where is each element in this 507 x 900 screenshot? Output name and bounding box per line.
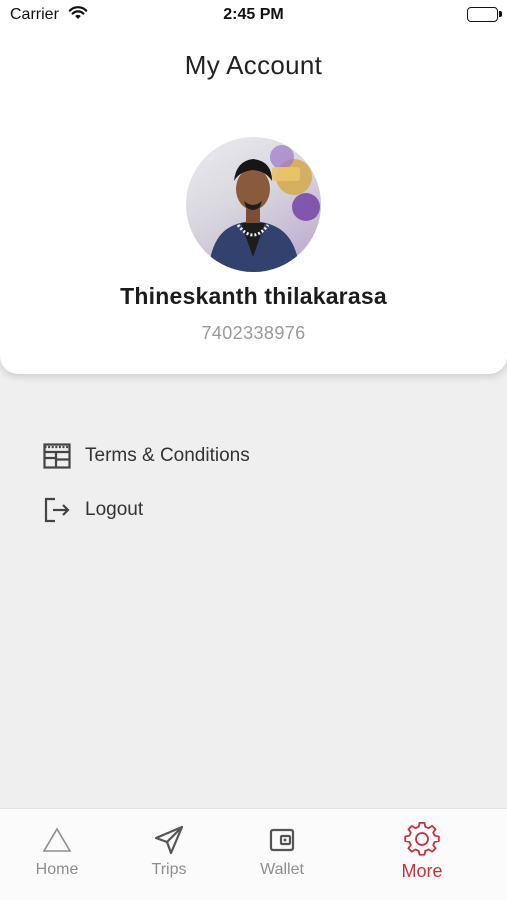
status-time: 2:45 PM [223,6,284,23]
status-bar: Carrier 2:45 PM [0,0,507,32]
user-phone: 7402338976 [201,323,306,343]
menu-label-logout: Logout [85,499,144,520]
tab-label-more: More [401,861,443,881]
tab-more[interactable]: More [367,822,477,882]
home-triangle-icon [2,823,112,857]
wallet-icon [227,823,337,857]
menu-label-terms: Terms & Conditions [85,445,250,466]
user-name: Thineskanth thilakarasa [120,283,387,309]
tab-label-trips: Trips [151,861,187,878]
tab-trips[interactable]: Trips [114,823,224,879]
paper-plane-icon [114,823,224,857]
tab-label-home: Home [35,861,79,878]
battery-tip [499,11,502,17]
tab-wallet[interactable]: Wallet [227,823,337,879]
menu-item-terms[interactable]: Terms & Conditions [43,435,250,477]
logout-icon [43,496,71,524]
battery-icon [467,7,498,22]
page-title: My Account [184,50,323,80]
account-menu: Terms & Conditions Logout [43,435,250,543]
avatar[interactable] [186,137,321,272]
tab-bar: Home Trips Wallet More [0,808,507,900]
tab-label-wallet: Wallet [260,861,304,878]
document-icon [43,442,71,470]
gear-icon [367,822,477,857]
account-card: My Account Thineskanth thilakarasa 74023… [0,0,507,374]
menu-item-logout[interactable]: Logout [43,489,250,531]
tab-home[interactable]: Home [2,823,112,879]
